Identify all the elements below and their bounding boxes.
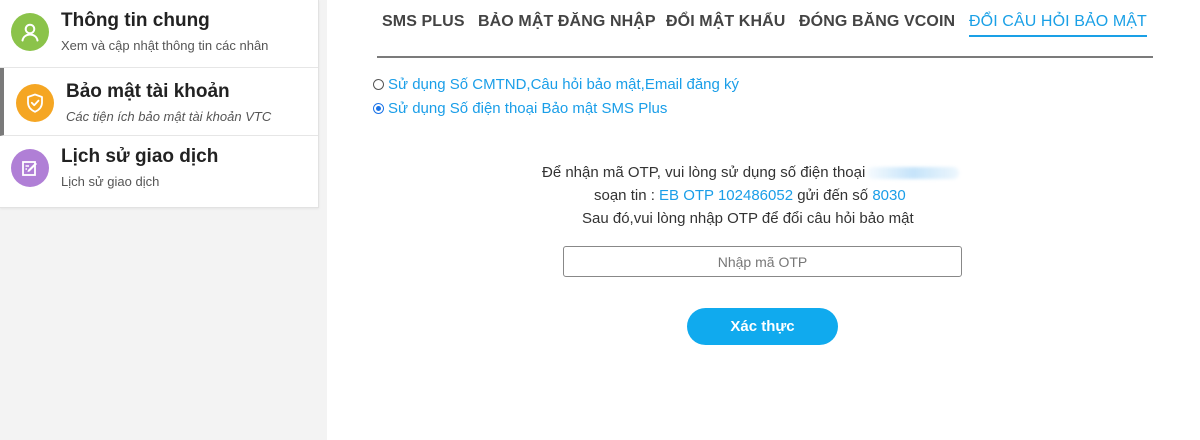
redacted-phone-number (867, 167, 960, 180)
tab-change-password[interactable]: ĐỔI MẬT KHẨU (666, 13, 785, 31)
edit-icon (11, 149, 49, 187)
sidebar-item-subtitle: Các tiện ích bảo mật tài khoản VTC (66, 109, 272, 124)
main-panel: SMS PLUS BẢO MẬT ĐĂNG NHẬP ĐỔI MẬT KHẨU … (327, 0, 1200, 440)
instruction-text: soạn tin : (594, 187, 660, 204)
sidebar-item-transaction-history[interactable]: Lịch sử giao dịch Lịch sử giao dịch (0, 136, 318, 204)
radio-button[interactable] (373, 79, 384, 90)
tab-sms-plus[interactable]: SMS PLUS (382, 13, 465, 31)
tab-freeze-vcoin[interactable]: ĐÓNG BĂNG VCOIN (799, 13, 955, 31)
option-label: Sử dụng Số CMTND,Câu hỏi bảo mật,Email đ… (388, 76, 740, 93)
sidebar-item-title: Bảo mật tài khoản (66, 81, 230, 102)
tab-login-security[interactable]: BẢO MẬT ĐĂNG NHẬP (478, 13, 656, 31)
option-sms-plus-phone[interactable]: Sử dụng Số điện thoại Bảo mật SMS Plus (373, 100, 667, 117)
account-sidebar: Thông tin chung Xem và cập nhật thông ti… (0, 0, 319, 208)
tab-change-security-question[interactable]: ĐỔI CÂU HỎI BẢO MẬT (969, 13, 1147, 37)
security-tabs: SMS PLUS BẢO MẬT ĐĂNG NHẬP ĐỔI MẬT KHẨU … (377, 0, 1153, 58)
otp-instruction-line1: Để nhận mã OTP, vui lòng sử dụng số điện… (542, 164, 960, 181)
otp-instruction-line2: soạn tin : EB OTP 102486052 gửi đến số 8… (594, 187, 906, 204)
shield-icon (16, 84, 54, 122)
option-label: Sử dụng Số điện thoại Bảo mật SMS Plus (388, 100, 668, 117)
sidebar-item-subtitle: Xem và cập nhật thông tin các nhân (61, 38, 269, 53)
verify-button[interactable]: Xác thực (687, 308, 838, 345)
user-icon (11, 13, 49, 51)
instruction-text: Để nhận mã OTP, vui lòng sử dụng số điện… (542, 164, 866, 181)
sidebar-item-title: Thông tin chung (61, 10, 210, 31)
otp-instruction-line3: Sau đó,vui lòng nhập OTP để đổi câu hỏi … (582, 210, 914, 227)
sidebar-item-subtitle: Lịch sử giao dịch (61, 174, 160, 189)
sms-code: EB OTP 102486052 (659, 187, 794, 204)
otp-input[interactable] (563, 246, 962, 277)
radio-button-selected[interactable] (373, 103, 384, 114)
short-number: 8030 (872, 187, 906, 204)
sidebar-item-account-security[interactable]: Bảo mật tài khoản Các tiện ích bảo mật t… (0, 68, 318, 136)
instruction-text: gửi đến số (793, 187, 873, 204)
sidebar-item-general-info[interactable]: Thông tin chung Xem và cập nhật thông ti… (0, 0, 318, 68)
sidebar-item-title: Lịch sử giao dịch (61, 146, 219, 167)
option-id-question-email[interactable]: Sử dụng Số CMTND,Câu hỏi bảo mật,Email đ… (373, 76, 739, 93)
